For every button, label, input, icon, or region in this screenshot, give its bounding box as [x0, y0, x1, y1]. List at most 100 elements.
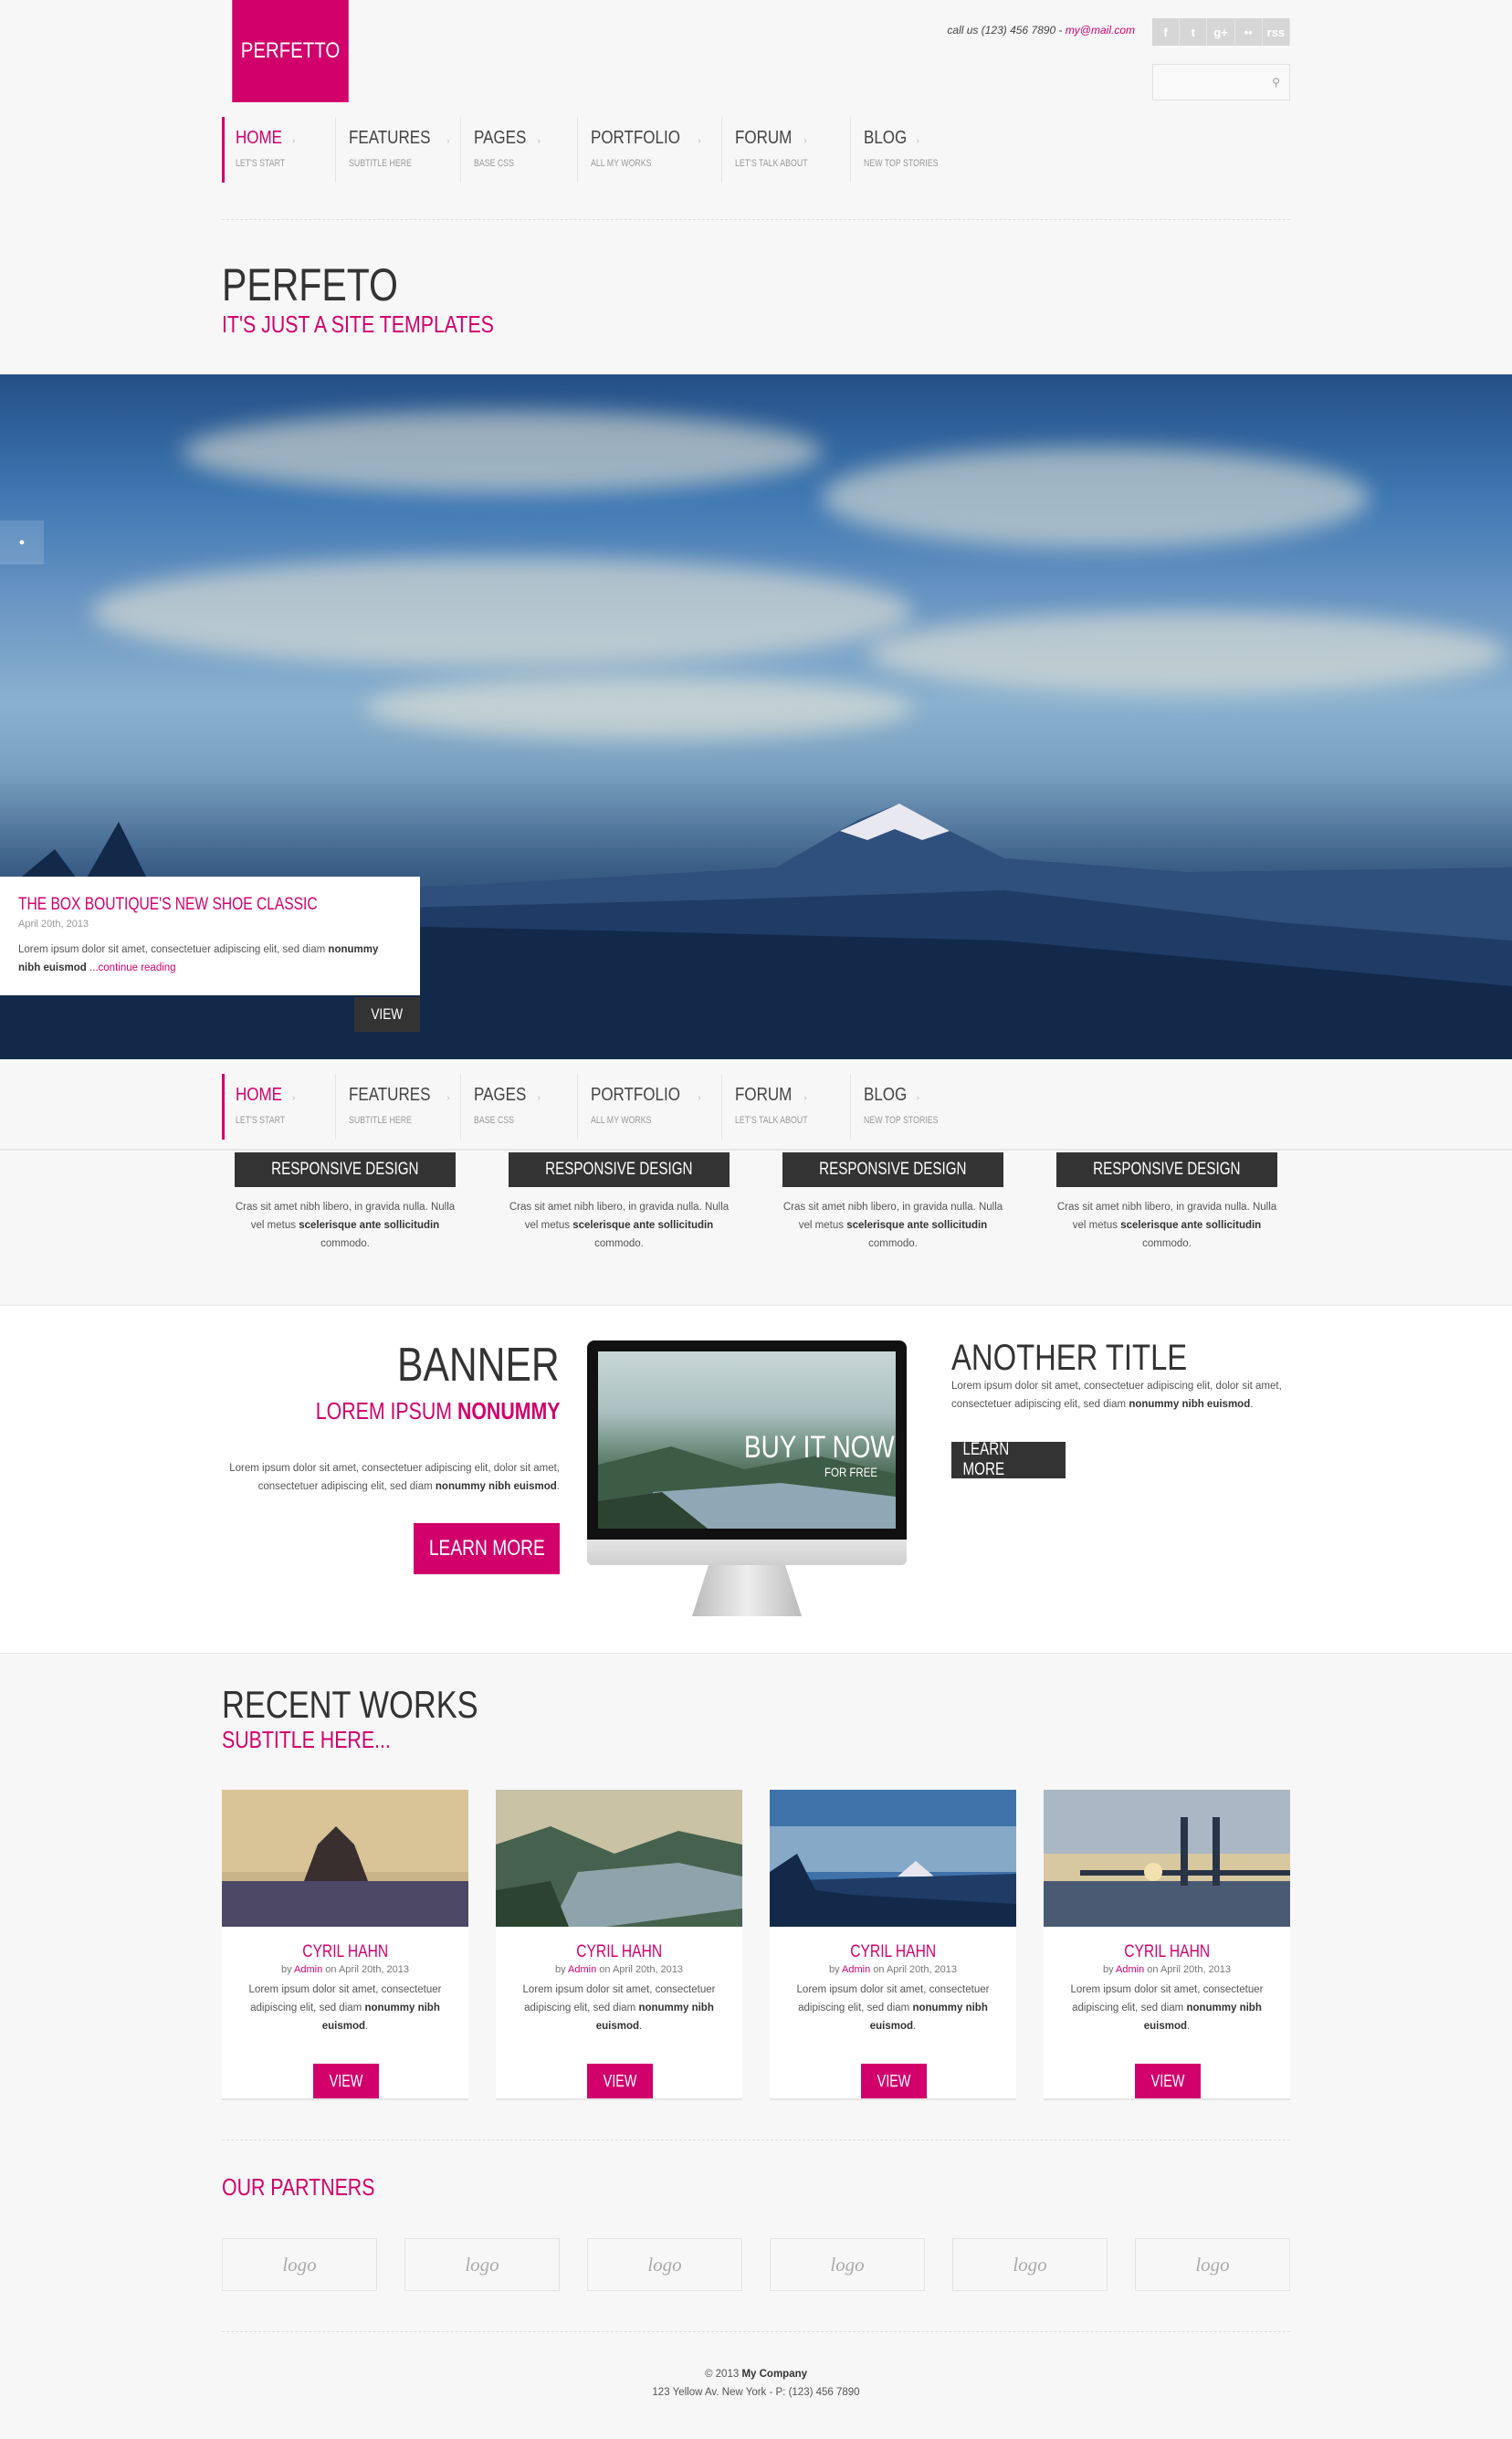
feature-tag[interactable]: RESPONSIVE DESIGN [235, 1152, 456, 1187]
work-title[interactable]: CYRIL HAHN [576, 1942, 662, 1962]
work-meta: by Admin on April 20th, 2013 [1044, 1964, 1290, 1975]
continue-reading-link[interactable]: ...continue reading [87, 962, 176, 973]
nav-label: PAGES [474, 128, 527, 148]
work-image-rock[interactable] [222, 1790, 468, 1927]
learn-more-button-secondary[interactable]: LEARN MORE [951, 1440, 1066, 1479]
nav-item-forum[interactable]: FORUM › LET'S TALK ABOUT [721, 117, 850, 183]
flickr-icon[interactable]: •• [1235, 18, 1263, 46]
work-card: CYRIL HAHN by Admin on April 20th, 2013 … [222, 1790, 468, 2100]
work-meta: by Admin on April 20th, 2013 [496, 1964, 742, 1975]
view-button[interactable]: VIEW [861, 2064, 927, 2098]
nav-sub: NEW TOP STORIES [864, 158, 939, 169]
site-logo[interactable]: PERFETTO [232, 0, 349, 102]
work-meta: by Admin on April 20th, 2013 [770, 1964, 1016, 1975]
search-input[interactable]: ⚲ [1152, 64, 1290, 100]
feature-tag[interactable]: RESPONSIVE DESIGN [509, 1152, 730, 1187]
view-button-label: VIEW [877, 2071, 911, 2090]
work-image-mountain[interactable] [770, 1790, 1016, 1927]
work-card: CYRIL HAHN by Admin on April 20th, 2013 … [496, 1790, 742, 2100]
twitter-icon[interactable]: t [1180, 18, 1208, 46]
nav-label: HOME [236, 1085, 282, 1105]
author-link[interactable]: Admin [1116, 1964, 1144, 1975]
facebook-icon[interactable]: f [1152, 18, 1181, 46]
rss-icon[interactable]: rss [1263, 18, 1291, 46]
view-button-label: VIEW [1150, 2071, 1185, 2090]
slider-prev-icon[interactable]: ● [0, 520, 44, 564]
author-link[interactable]: Admin [294, 1964, 322, 1975]
view-button[interactable]: VIEW [354, 997, 420, 1032]
nav-item-features[interactable]: FEATURES › SUBTITLE HERE [335, 117, 460, 183]
learn-more-label: LEARN MORE [428, 1536, 545, 1561]
nav-sub: LET'S TALK ABOUT [735, 1115, 808, 1126]
feature-tag-label: RESPONSIVE DESIGN [819, 1160, 967, 1179]
work-title[interactable]: CYRIL HAHN [302, 1942, 388, 1962]
nav-item-portfolio[interactable]: PORTFOLIO › ALL MY WORKS [577, 1074, 721, 1140]
view-button[interactable]: VIEW [313, 2064, 379, 2098]
nav-item-features[interactable]: FEATURES › SUBTITLE HERE [335, 1074, 460, 1140]
monitor-stand [692, 1565, 802, 1616]
google-plus-icon[interactable]: g+ [1207, 18, 1235, 46]
chevron-right-icon: › [537, 1093, 541, 1103]
feature-tag[interactable]: RESPONSIVE DESIGN [1056, 1152, 1277, 1187]
work-end: . [639, 2021, 643, 2032]
sky-cloud [91, 557, 913, 667]
work-card: CYRIL HAHN by Admin on April 20th, 2013 … [770, 1790, 1016, 2100]
nav-item-pages[interactable]: PAGES › BASE CSS [460, 117, 577, 183]
nav-item-home[interactable]: HOME › LET'S START [222, 117, 335, 183]
work-end: . [365, 2021, 369, 2032]
hero-slider[interactable]: ● THE BOX BOUTIQUE'S NEW SHOE CLASSIC Ap… [0, 374, 1512, 1059]
page-subtitle: IT'S JUST A SITE TEMPLATES [222, 310, 494, 338]
author-link[interactable]: Admin [842, 1964, 870, 1975]
feature-bold: scelerisque ante sollicitudin [1120, 1220, 1262, 1231]
work-image-bridge[interactable] [1044, 1790, 1290, 1927]
partner-logo[interactable]: logo [952, 2238, 1108, 2291]
partner-logo[interactable]: logo [1135, 2238, 1290, 2291]
company-name: My Company [741, 2369, 808, 2380]
partner-logo[interactable]: logo [222, 2238, 377, 2291]
partner-logo[interactable]: logo [404, 2238, 560, 2291]
nav-sub: LET'S START [236, 158, 286, 169]
feature-tag-label: RESPONSIVE DESIGN [1093, 1160, 1241, 1179]
partner-logo[interactable]: logo [770, 2238, 925, 2291]
contact-email-link[interactable]: my@mail.com [1066, 24, 1135, 37]
nav-label: FORUM [735, 128, 793, 148]
view-button[interactable]: VIEW [1135, 2064, 1201, 2098]
search-icon[interactable]: ⚲ [1272, 76, 1280, 89]
nav-item-portfolio[interactable]: PORTFOLIO › ALL MY WORKS [577, 117, 721, 183]
another-text: Lorem ipsum dolor sit amet, consectetuer… [951, 1377, 1289, 1414]
partner-logo[interactable]: logo [587, 2238, 742, 2291]
view-button[interactable]: VIEW [587, 2064, 653, 2098]
nav-item-home[interactable]: HOME › LET'S START [222, 1074, 335, 1140]
another-title: ANOTHER TITLE [951, 1338, 1188, 1378]
banner-end: . [556, 1481, 560, 1492]
nav-sub: LET'S START [236, 1115, 286, 1126]
view-button-label: VIEW [371, 1005, 404, 1023]
chevron-right-icon: › [803, 136, 807, 146]
nav-item-forum[interactable]: FORUM › LET'S TALK ABOUT [721, 1074, 850, 1140]
chevron-right-icon: › [916, 136, 919, 146]
nav-label: PORTFOLIO [591, 1085, 680, 1105]
nav-sub: LET'S TALK ABOUT [735, 158, 808, 169]
nav-item-blog[interactable]: BLOG › NEW TOP STORIES [850, 117, 969, 183]
work-title[interactable]: CYRIL HAHN [1124, 1942, 1210, 1962]
work-meta: by Admin on April 20th, 2013 [222, 1964, 468, 1975]
main-nav: HOME › LET'S START FEATURES › SUBTITLE HERE … [222, 117, 969, 183]
banner-subtitle: LOREM IPSUM NONUMMY [315, 1397, 560, 1425]
contact-phone: call us (123) 456 7890 - [947, 24, 1066, 37]
work-image-river[interactable] [496, 1790, 742, 1927]
page: PERFETTO call us (123) 456 7890 - my@mai… [0, 0, 1512, 2439]
feature-tag[interactable]: RESPONSIVE DESIGN [782, 1152, 1003, 1187]
learn-more-button[interactable]: LEARN MORE [414, 1523, 560, 1574]
nav-item-blog[interactable]: BLOG › NEW TOP STORIES [850, 1074, 969, 1140]
author-link[interactable]: Admin [568, 1964, 596, 1975]
nav-item-pages[interactable]: PAGES › BASE CSS [460, 1074, 577, 1140]
work-title[interactable]: CYRIL HAHN [850, 1942, 936, 1962]
meta-by: by [554, 1964, 569, 1975]
sky-cloud [822, 447, 1370, 548]
divider [222, 2139, 1290, 2140]
feature-end: commodo. [594, 1238, 644, 1249]
caption-title[interactable]: THE BOX BOUTIQUE'S NEW SHOE CLASSIC [18, 895, 332, 915]
chevron-right-icon: › [698, 136, 701, 146]
monitor-screen[interactable]: BUY IT NOW FOR FREE [598, 1351, 896, 1529]
chevron-right-icon: › [446, 136, 450, 146]
